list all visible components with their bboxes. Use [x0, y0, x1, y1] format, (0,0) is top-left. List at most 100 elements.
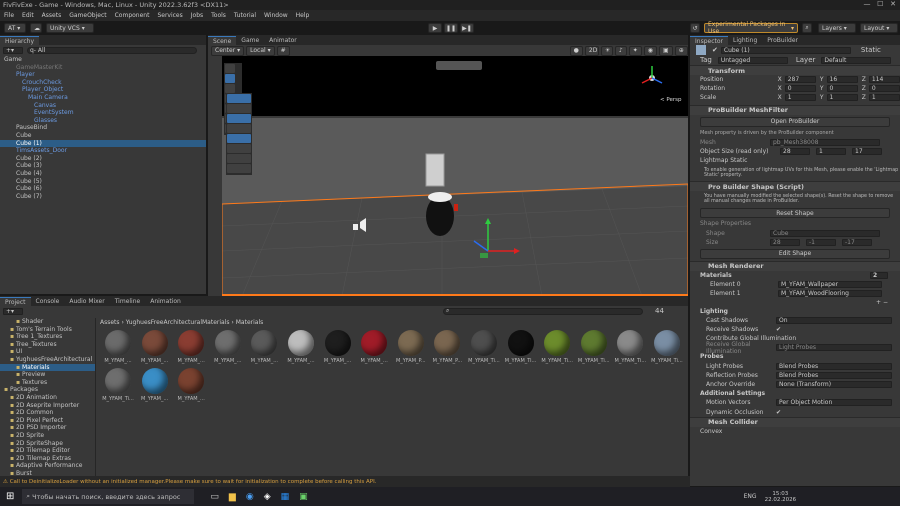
meshfilter-header[interactable]: ProBuilder MeshFilter — [690, 104, 900, 115]
material-asset[interactable]: M_YFAM_... — [248, 330, 280, 364]
folder-item[interactable]: ▪ Tree 1_Textures — [0, 333, 95, 341]
pb-z-icon[interactable] — [227, 164, 251, 173]
hierarchy-item[interactable]: Cube (3) — [0, 162, 206, 170]
status-message[interactable]: Call to DeinitializeLoader without an in… — [10, 479, 377, 485]
tab-timeline[interactable]: Timeline — [110, 297, 146, 306]
pivot-dropdown[interactable]: Center ▾ — [211, 45, 245, 56]
step-button[interactable]: ▶❚ — [460, 23, 474, 33]
hierarchy-item[interactable]: Canvas — [0, 102, 206, 110]
menu-component[interactable]: Component — [115, 12, 150, 19]
app-icon[interactable]: ▣ — [299, 492, 308, 502]
hierarchy-item[interactable]: Cube (2) — [0, 155, 206, 163]
folder-item[interactable]: ▪ Textures — [0, 379, 95, 387]
tab-hierarchy[interactable]: Hierarchy — [0, 36, 40, 45]
pb-edge-icon[interactable] — [227, 114, 251, 123]
folder-item[interactable]: ▪ UI — [0, 348, 95, 356]
unity-icon[interactable]: ◈ — [264, 492, 271, 502]
hierarchy-item[interactable]: Cube (1) — [0, 139, 206, 148]
folder-item[interactable]: ▪ 2D Common — [0, 409, 95, 417]
material-asset[interactable]: M_YFAM_... — [102, 330, 134, 364]
static-label[interactable]: Static — [861, 46, 881, 54]
hierarchy-item[interactable]: Cube (4) — [0, 170, 206, 178]
menu-file[interactable]: File — [4, 12, 14, 19]
transform-header[interactable]: Transform — [690, 65, 900, 75]
layout-dropdown[interactable]: Layout ▾ — [860, 23, 898, 33]
material-asset[interactable]: M_YFAM_... — [175, 368, 207, 402]
material-asset[interactable]: M_YFAM_Ti... — [541, 330, 573, 364]
pause-button[interactable]: ❚❚ — [444, 23, 458, 33]
pb-shape-header[interactable]: Pro Builder Shape (Script) — [690, 181, 900, 192]
transform-x-field[interactable]: 1 — [784, 94, 816, 102]
tab-game[interactable]: Game — [236, 36, 264, 45]
tab-audio-mixer[interactable]: Audio Mixer — [64, 297, 109, 306]
hand-tool-icon[interactable] — [225, 64, 235, 73]
material-asset[interactable]: M_YFAM_Ti... — [102, 368, 134, 402]
transform-y-field[interactable]: 1 — [826, 94, 858, 102]
menu-services[interactable]: Services — [157, 12, 182, 19]
windows-start-icon[interactable]: ⊞ — [6, 491, 14, 502]
pb-vertex-icon[interactable] — [227, 104, 251, 113]
open-probuilder-button[interactable]: Open ProBuilder — [700, 116, 890, 127]
cloud-icon[interactable]: ☁ — [30, 23, 42, 33]
tab-lighting[interactable]: Lighting — [728, 36, 762, 45]
material-asset[interactable]: M_YFAM_Ti... — [614, 330, 646, 364]
active-checkbox[interactable]: ✔ — [712, 46, 718, 54]
layers-dropdown[interactable]: Layers ▾ — [818, 23, 856, 33]
tab-inspector[interactable]: Inspector — [690, 36, 728, 45]
pb-y-icon[interactable] — [227, 154, 251, 163]
mesh-renderer-header[interactable]: Mesh Renderer — [690, 260, 900, 271]
tab-project[interactable]: Project — [0, 297, 31, 306]
hidden-objects-icon[interactable]: ◉ — [643, 45, 658, 56]
rotate-tool-icon[interactable] — [225, 84, 235, 93]
project-create-button[interactable]: +▾ — [3, 307, 23, 315]
experimental-packages-button[interactable]: Experimental Packages In Use ▾ — [704, 21, 798, 35]
material-asset[interactable]: M_YFAM_Ti... — [468, 330, 500, 364]
hierarchy-item[interactable]: Glasses — [0, 117, 206, 125]
receive-shadows-checkbox[interactable]: ✔ — [776, 326, 781, 333]
transform-x-field[interactable]: 287 — [784, 76, 816, 84]
layer-dropdown[interactable]: Default — [821, 56, 892, 64]
menu-gameobject[interactable]: GameObject — [69, 12, 106, 19]
hierarchy-item[interactable]: Cube — [0, 132, 206, 140]
project-search-input[interactable]: ⌕ — [443, 307, 643, 315]
folder-item[interactable]: ▪ Adaptive Performance — [0, 462, 95, 470]
reset-shape-button[interactable]: Reset Shape — [700, 208, 890, 219]
menu-window[interactable]: Window — [264, 12, 288, 19]
material-asset[interactable]: M_YFAM_... — [139, 368, 171, 402]
clock[interactable]: 15:03 22.02.2026 — [765, 491, 797, 503]
object-name-field[interactable]: Cube (1) — [720, 46, 851, 54]
folder-item[interactable]: ▪ Tom's Terrain Tools — [0, 326, 95, 334]
material-asset[interactable]: M_YFAM_Ti... — [578, 330, 610, 364]
space-dropdown[interactable]: Local ▾ — [246, 45, 275, 56]
transform-z-field[interactable]: 0 — [868, 85, 900, 93]
folder-item[interactable]: ▪ Shader — [0, 318, 95, 326]
hierarchy-item[interactable]: Main Camera — [0, 94, 206, 102]
menu-tools[interactable]: Tools — [211, 12, 226, 19]
pb-face-icon[interactable] — [227, 124, 251, 133]
hierarchy-item[interactable]: Cube (7) — [0, 193, 206, 201]
folder-item[interactable]: ▪ 2D Sprite — [0, 432, 95, 440]
hierarchy-item[interactable]: GameMasterKit — [0, 64, 206, 72]
edit-shape-button[interactable]: Edit Shape — [700, 248, 890, 259]
hierarchy-search-input[interactable]: q- All — [27, 46, 197, 54]
hierarchy-item[interactable]: PauseBind — [0, 124, 206, 132]
undo-history-icon[interactable]: ↺ — [690, 23, 700, 33]
audio-icon[interactable]: ♪ — [614, 45, 627, 56]
folder-item[interactable]: ▪ Packages — [0, 386, 95, 394]
add-remove-buttons[interactable]: + − — [690, 298, 900, 306]
account-button[interactable]: AT ▾ — [4, 23, 26, 33]
transform-z-field[interactable]: 114 — [868, 76, 900, 84]
material-asset[interactable]: M_YFAM_... — [322, 330, 354, 364]
chrome-icon[interactable]: ◉ — [246, 492, 254, 502]
folder-item[interactable]: ▪ 2D PSD Importer — [0, 424, 95, 432]
taskbar-search-input[interactable]: ⌕ Чтобы начать поиск, введите здесь запр… — [22, 489, 195, 504]
search-icon[interactable]: ⌕ — [802, 23, 812, 33]
tab-animation[interactable]: Animation — [145, 297, 186, 306]
folder-item[interactable]: ▪ 2D Aseprite Importer — [0, 402, 95, 410]
transform-y-field[interactable]: 0 — [826, 85, 858, 93]
mode-2d-toggle[interactable]: 2D — [584, 45, 599, 56]
language-indicator[interactable]: ENG — [744, 493, 757, 500]
dynamic-occlusion-checkbox[interactable]: ✔ — [776, 409, 781, 416]
lighting-icon[interactable]: ☀ — [600, 45, 613, 56]
hierarchy-item[interactable]: CrouchCheck — [0, 79, 206, 87]
